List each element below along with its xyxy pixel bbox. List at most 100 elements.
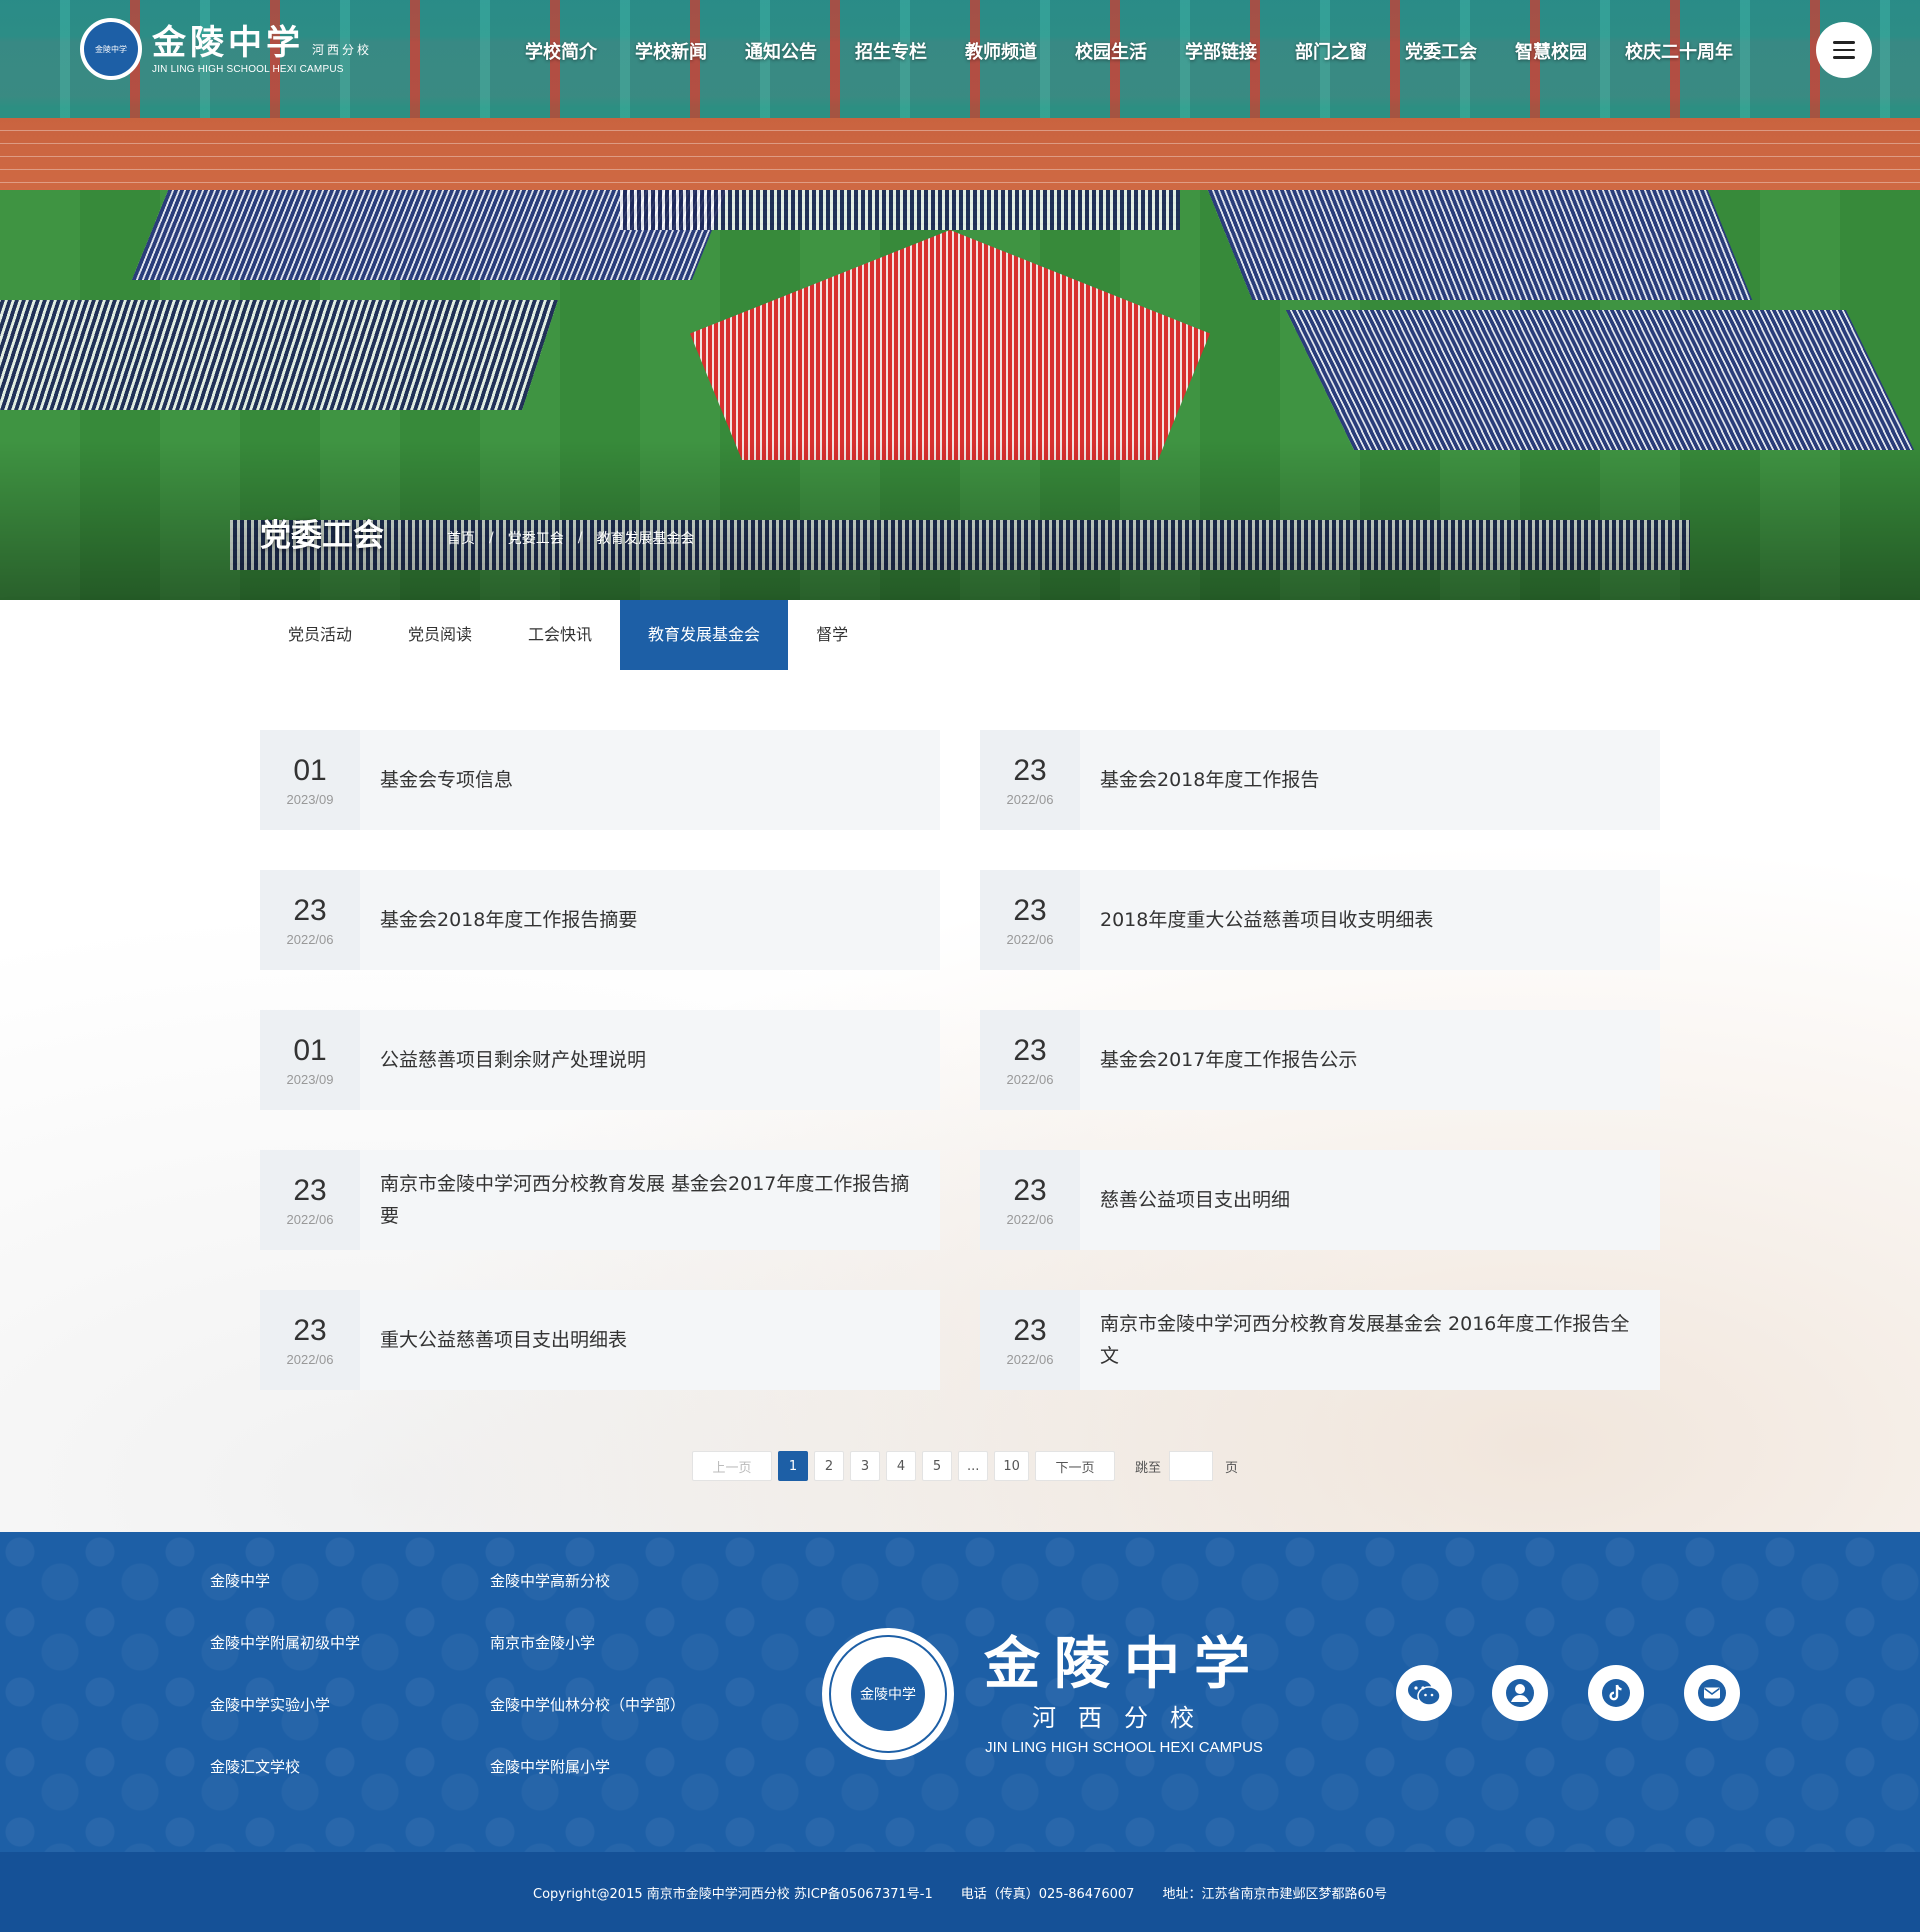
crowd-formation (1285, 310, 1915, 450)
date-day: 23 (293, 1173, 327, 1207)
page-button[interactable]: 10 (994, 1451, 1029, 1481)
breadcrumb-separator: / (577, 530, 583, 546)
date-day: 01 (293, 753, 327, 787)
article-title[interactable]: 基金会2018年度工作报告摘要 (360, 904, 657, 936)
date-year-month: 2022/06 (286, 931, 334, 947)
hamburger-icon[interactable] (1816, 22, 1872, 78)
date-year-month: 2022/06 (1006, 1211, 1054, 1227)
tab-education-foundation[interactable]: 教育发展基金会 (620, 600, 789, 670)
running-track (0, 118, 1920, 198)
tab-party-activities[interactable]: 党员活动 (260, 600, 380, 670)
date-block: 23 2022/06 (980, 1290, 1080, 1390)
footer-logo-text: 金陵中学 河西分校 JIN LING HIGH SCHOOL HEXI CAMP… (984, 1632, 1264, 1756)
nav-item[interactable]: 校庆二十周年 (1625, 38, 1733, 64)
date-day: 23 (1013, 893, 1047, 927)
list-item[interactable]: 23 2022/06 南京市金陵中学河西分校教育发展 基金会2017年度工作报告… (260, 1150, 940, 1250)
tiktok-icon[interactable] (1588, 1665, 1644, 1721)
article-title[interactable]: 公益慈善项目剩余财产处理说明 (360, 1044, 666, 1076)
school-seal-icon: 金陵中学 (822, 1628, 954, 1760)
article-title[interactable]: 2018年度重大公益慈善项目收支明细表 (1080, 904, 1453, 936)
jump-page-input[interactable] (1168, 1451, 1213, 1481)
pagination: 上一页 1 2 3 4 5 ... 10 下一页 跳至 页 (692, 1451, 1238, 1481)
footer-logo-en: JIN LING HIGH SCHOOL HEXI CAMPUS (985, 1739, 1263, 1756)
prev-page-button[interactable]: 上一页 (692, 1451, 772, 1481)
footer-link[interactable]: 金陵汇文学校 (210, 1756, 490, 1778)
article-title[interactable]: 基金会2017年度工作报告公示 (1080, 1044, 1377, 1076)
footer-logo-sub: 河西分校 (1032, 1704, 1216, 1732)
footer-link[interactable]: 金陵中学仙林分校（中学部） (490, 1694, 750, 1716)
logo-cn: 金陵中学 (152, 22, 304, 63)
wechat-icon[interactable] (1396, 1665, 1452, 1721)
list-item[interactable]: 23 2022/06 基金会2017年度工作报告公示 (980, 1010, 1660, 1110)
page-ellipsis: ... (958, 1451, 989, 1481)
footer-logo-cn: 金陵中学 (984, 1631, 1264, 1697)
page-button[interactable]: 1 (778, 1451, 808, 1481)
article-title[interactable]: 南京市金陵中学河西分校教育发展 基金会2017年度工作报告摘要 (360, 1168, 940, 1232)
date-year-month: 2022/06 (286, 1351, 334, 1367)
date-block: 01 2023/09 (260, 1010, 360, 1110)
site-footer: 金陵中学 金陵中学高新分校 金陵中学附属初级中学 南京市金陵小学 金陵中学实验小… (0, 1532, 1920, 1852)
jump-unit: 页 (1224, 1460, 1238, 1476)
list-item[interactable]: 23 2022/06 基金会2018年度工作报告 (980, 730, 1660, 830)
user-icon[interactable] (1492, 1665, 1548, 1721)
breadcrumb-current[interactable]: 教育发展基金会 (596, 528, 694, 548)
date-block: 23 2022/06 (980, 1150, 1080, 1250)
page-button[interactable]: 2 (814, 1451, 844, 1481)
date-year-month: 2023/09 (286, 791, 334, 807)
nav-item[interactable]: 教师频道 (965, 38, 1037, 64)
list-item[interactable]: 01 2023/09 公益慈善项目剩余财产处理说明 (260, 1010, 940, 1110)
list-item[interactable]: 23 2022/06 基金会2018年度工作报告摘要 (260, 870, 940, 970)
next-page-button[interactable]: 下一页 (1034, 1451, 1115, 1481)
page-button[interactable]: 5 (922, 1451, 952, 1481)
list-item[interactable]: 23 2022/06 慈善公益项目支出明细 (980, 1150, 1660, 1250)
nav-item[interactable]: 部门之窗 (1295, 38, 1367, 64)
date-block: 23 2022/06 (260, 1290, 360, 1390)
sub-nav: 党员活动 党员阅读 工会快讯 教育发展基金会 督学 (0, 600, 1920, 670)
footer-link[interactable]: 金陵中学附属初级中学 (210, 1632, 490, 1654)
nav-item[interactable]: 通知公告 (745, 38, 817, 64)
nav-item[interactable]: 招生专栏 (855, 38, 927, 64)
page-title: 党委工会 (260, 518, 384, 554)
page-button[interactable]: 4 (886, 1451, 916, 1481)
breadcrumb-home[interactable]: 首页 (447, 528, 475, 548)
tab-party-reading[interactable]: 党员阅读 (380, 600, 500, 670)
date-year-month: 2022/06 (1006, 1071, 1054, 1087)
logo-text: 金陵中学 河西分校 JIN LING HIGH SCHOOL HEXI CAMPU… (152, 24, 372, 75)
date-day: 23 (1013, 1033, 1047, 1067)
footer-link[interactable]: 金陵中学实验小学 (210, 1694, 490, 1716)
page-button[interactable]: 3 (850, 1451, 880, 1481)
tab-union-news[interactable]: 工会快讯 (500, 600, 620, 670)
article-title[interactable]: 基金会专项信息 (360, 764, 533, 796)
list-item[interactable]: 23 2022/06 南京市金陵中学河西分校教育发展基金会 2016年度工作报告… (980, 1290, 1660, 1390)
footer-link[interactable]: 南京市金陵小学 (490, 1632, 750, 1654)
social-links (1396, 1665, 1740, 1721)
date-block: 23 2022/06 (260, 1150, 360, 1250)
date-block: 23 2022/06 (980, 730, 1080, 830)
nav-item[interactable]: 学部链接 (1185, 38, 1257, 64)
date-year-month: 2023/09 (286, 1071, 334, 1087)
breadcrumb-item[interactable]: 党委工会 (508, 528, 564, 548)
footer-link[interactable]: 金陵中学 (210, 1570, 490, 1592)
footer-link[interactable]: 金陵中学附属小学 (490, 1756, 750, 1778)
article-title[interactable]: 慈善公益项目支出明细 (1080, 1184, 1310, 1216)
nav-item[interactable]: 学校新闻 (635, 38, 707, 64)
mail-icon[interactable] (1684, 1665, 1740, 1721)
breadcrumb: 首页 / 党委工会 / 教育发展基金会 (447, 528, 694, 548)
site-logo[interactable]: 金陵中学 金陵中学 河西分校 JIN LING HIGH SCHOOL HEXI … (80, 18, 372, 80)
tab-supervision[interactable]: 督学 (788, 600, 876, 670)
footer-link[interactable]: 金陵中学高新分校 (490, 1570, 750, 1592)
nav-item[interactable]: 党委工会 (1405, 38, 1477, 64)
article-title[interactable]: 重大公益慈善项目支出明细表 (360, 1324, 647, 1356)
article-title[interactable]: 南京市金陵中学河西分校教育发展基金会 2016年度工作报告全文 (1080, 1308, 1660, 1372)
list-item[interactable]: 23 2022/06 2018年度重大公益慈善项目收支明细表 (980, 870, 1660, 970)
list-item[interactable]: 23 2022/06 重大公益慈善项目支出明细表 (260, 1290, 940, 1390)
nav-item[interactable]: 智慧校园 (1515, 38, 1587, 64)
nav-item[interactable]: 学校简介 (525, 38, 597, 64)
contact-phone: 电话（传真）025-86476007 (960, 1886, 1135, 1902)
list-item[interactable]: 01 2023/09 基金会专项信息 (260, 730, 940, 830)
date-block: 01 2023/09 (260, 730, 360, 830)
date-block: 23 2022/06 (980, 870, 1080, 970)
nav-item[interactable]: 校园生活 (1075, 38, 1147, 64)
article-title[interactable]: 基金会2018年度工作报告 (1080, 764, 1339, 796)
article-list: 01 2023/09 基金会专项信息 23 2022/06 基金会2018年度工… (260, 730, 1660, 1390)
